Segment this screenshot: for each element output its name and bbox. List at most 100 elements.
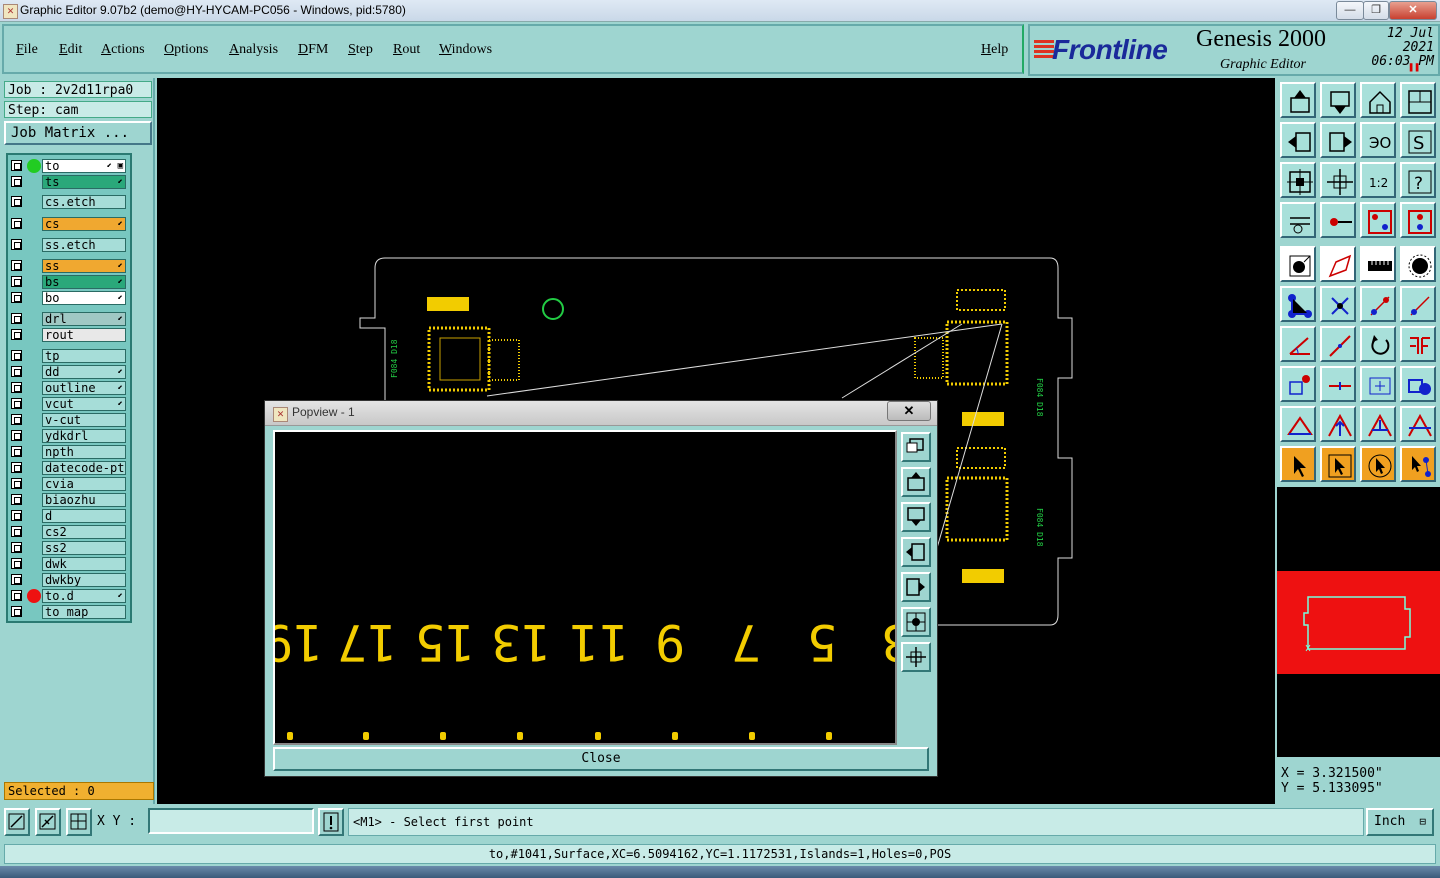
net-highlight-icon[interactable] (1360, 202, 1396, 238)
layer-checkbox[interactable] (11, 239, 22, 250)
layer-checkbox[interactable] (11, 414, 22, 425)
xy-input[interactable] (148, 808, 314, 834)
layer-checkbox[interactable] (11, 494, 22, 505)
layer-row-dd[interactable]: dd ⬋ (8, 365, 126, 380)
layer-name[interactable]: v-cut (42, 413, 126, 427)
layer-row-npth[interactable]: npth (8, 445, 126, 460)
pointer-icon[interactable] (1280, 446, 1316, 482)
layer-row-ss.etch[interactable]: ss.etch (8, 238, 126, 253)
snap-grid-icon[interactable] (66, 808, 92, 836)
layer-name[interactable]: to.d ⬋ (42, 589, 126, 603)
layer-name[interactable]: tp (42, 349, 126, 363)
layer-name[interactable]: bo ⬋ (42, 291, 126, 305)
pan-right-icon[interactable] (1320, 122, 1356, 158)
horizontal-line-icon[interactable] (1320, 366, 1356, 402)
layer-row-ss2[interactable]: ss2 (8, 541, 126, 556)
layer-checkbox[interactable] (11, 218, 22, 229)
rotate-icon[interactable] (1360, 326, 1396, 362)
pan-down-icon[interactable] (901, 502, 931, 532)
job-matrix-button[interactable]: Job Matrix ... (4, 121, 152, 145)
pan-down-icon[interactable] (1320, 82, 1356, 118)
close-window-button[interactable]: ✕ (1389, 1, 1437, 20)
menu-actions[interactable]: Actions (101, 42, 145, 58)
select-pad-icon[interactable] (1280, 246, 1316, 282)
menu-dfm[interactable]: DFM (298, 42, 328, 58)
layer-name[interactable]: bs ⬋ (42, 275, 126, 289)
layer-checkbox[interactable] (11, 160, 22, 171)
home-icon[interactable] (1360, 82, 1396, 118)
layer-checkbox[interactable] (11, 590, 22, 601)
popview-canvas[interactable]: 19 17 15 13 11 9 7 5 3 (273, 430, 897, 745)
layer-name[interactable]: dwk (42, 557, 126, 571)
layer-name[interactable]: cvia (42, 477, 126, 491)
layer-row-datecode-ptc[interactable]: datecode-ptc (8, 461, 126, 476)
layer-name[interactable]: outline ⬋ (42, 381, 126, 395)
triangle-icon[interactable] (1280, 406, 1316, 442)
minimize-button[interactable]: — (1336, 1, 1364, 20)
unit-selector[interactable]: Inch ⊟ (1366, 808, 1434, 836)
menu-help[interactable]: Help (981, 42, 1008, 58)
layer-row-cvia[interactable]: cvia (8, 477, 126, 492)
layer-row-cs2[interactable]: cs2 (8, 525, 126, 540)
angle-icon[interactable] (1280, 326, 1316, 362)
layer-name[interactable]: d (42, 509, 126, 523)
layer-row-biaozhu[interactable]: biaozhu (8, 493, 126, 508)
layer-row-to_map[interactable]: to_map (8, 605, 126, 620)
triangle-split-icon[interactable] (1400, 406, 1436, 442)
layer-name[interactable]: ss.etch (42, 238, 126, 252)
layer-name[interactable]: cs2 (42, 525, 126, 539)
layer-row-dwk[interactable]: dwk (8, 557, 126, 572)
layer-checkbox[interactable] (11, 526, 22, 537)
pan-up-icon[interactable] (1280, 82, 1316, 118)
circle-select-icon[interactable] (1400, 246, 1436, 282)
layer-checkbox[interactable] (11, 478, 22, 489)
snap-angle-icon[interactable] (35, 808, 61, 836)
pan-up-icon[interactable] (901, 467, 931, 497)
layer-checkbox[interactable] (11, 510, 22, 521)
triangle-up-icon[interactable] (1360, 406, 1396, 442)
menu-step[interactable]: Step (348, 42, 373, 58)
layer-name[interactable]: to ⬋ ▣ (42, 159, 126, 173)
pan-left-icon[interactable] (901, 537, 931, 567)
zoom-fit-icon[interactable] (901, 607, 931, 637)
layer-checkbox[interactable] (11, 446, 22, 457)
connect-nodes-icon[interactable] (1280, 286, 1316, 322)
layer-name[interactable]: cs ⬋ (42, 217, 126, 231)
layer-checkbox[interactable] (11, 542, 22, 553)
layer-row-tp[interactable]: tp (8, 349, 126, 364)
layer-checkbox[interactable] (11, 366, 22, 377)
layer-row-ss[interactable]: ss ⬋ (8, 259, 126, 274)
layer-checkbox[interactable] (11, 398, 22, 409)
layer-name[interactable]: ts ⬋ (42, 175, 126, 189)
overview-map[interactable] (1277, 487, 1440, 757)
zoom-home-icon[interactable] (1320, 162, 1356, 198)
pointer-circle-icon[interactable] (1360, 446, 1396, 482)
pan-left-icon[interactable] (1280, 122, 1316, 158)
layer-row-bs[interactable]: bs ⬋ (8, 275, 126, 290)
layer-row-to.d[interactable]: to.d ⬋ (8, 589, 126, 604)
layer-name[interactable]: biaozhu (42, 493, 126, 507)
layer-name[interactable]: npth (42, 445, 126, 459)
menu-edit[interactable]: Edit (59, 42, 82, 58)
layer-name[interactable]: to_map (42, 605, 126, 619)
popview-close-x-button[interactable]: ✕ (887, 401, 931, 421)
layer-checkbox[interactable] (11, 558, 22, 569)
layer-name[interactable]: ydkdrl (42, 429, 126, 443)
layer-name[interactable]: drl ⬋ (42, 312, 126, 326)
snap-corner-icon[interactable] (4, 808, 30, 836)
layer-row-rout[interactable]: rout (8, 328, 126, 343)
menu-windows[interactable]: Windows (439, 42, 492, 58)
layer-name[interactable]: ss ⬋ (42, 259, 126, 273)
cross-select-icon[interactable] (1320, 286, 1356, 322)
layer-row-v-cut[interactable]: v-cut (8, 413, 126, 428)
layer-name[interactable]: rout (42, 328, 126, 342)
menu-analysis[interactable]: Analysis (229, 42, 278, 58)
popview-close-button[interactable]: Close (273, 747, 929, 771)
flip-icon[interactable] (1400, 326, 1436, 362)
zoom-1-2-icon[interactable]: 1:2 (1360, 162, 1396, 198)
layer-name[interactable]: vcut ⬋ (42, 397, 126, 411)
select-polygon-icon[interactable] (1320, 246, 1356, 282)
menu-rout[interactable]: Rout (393, 42, 420, 58)
center-point-icon[interactable] (1360, 366, 1396, 402)
pointer-box-icon[interactable] (1320, 446, 1356, 482)
